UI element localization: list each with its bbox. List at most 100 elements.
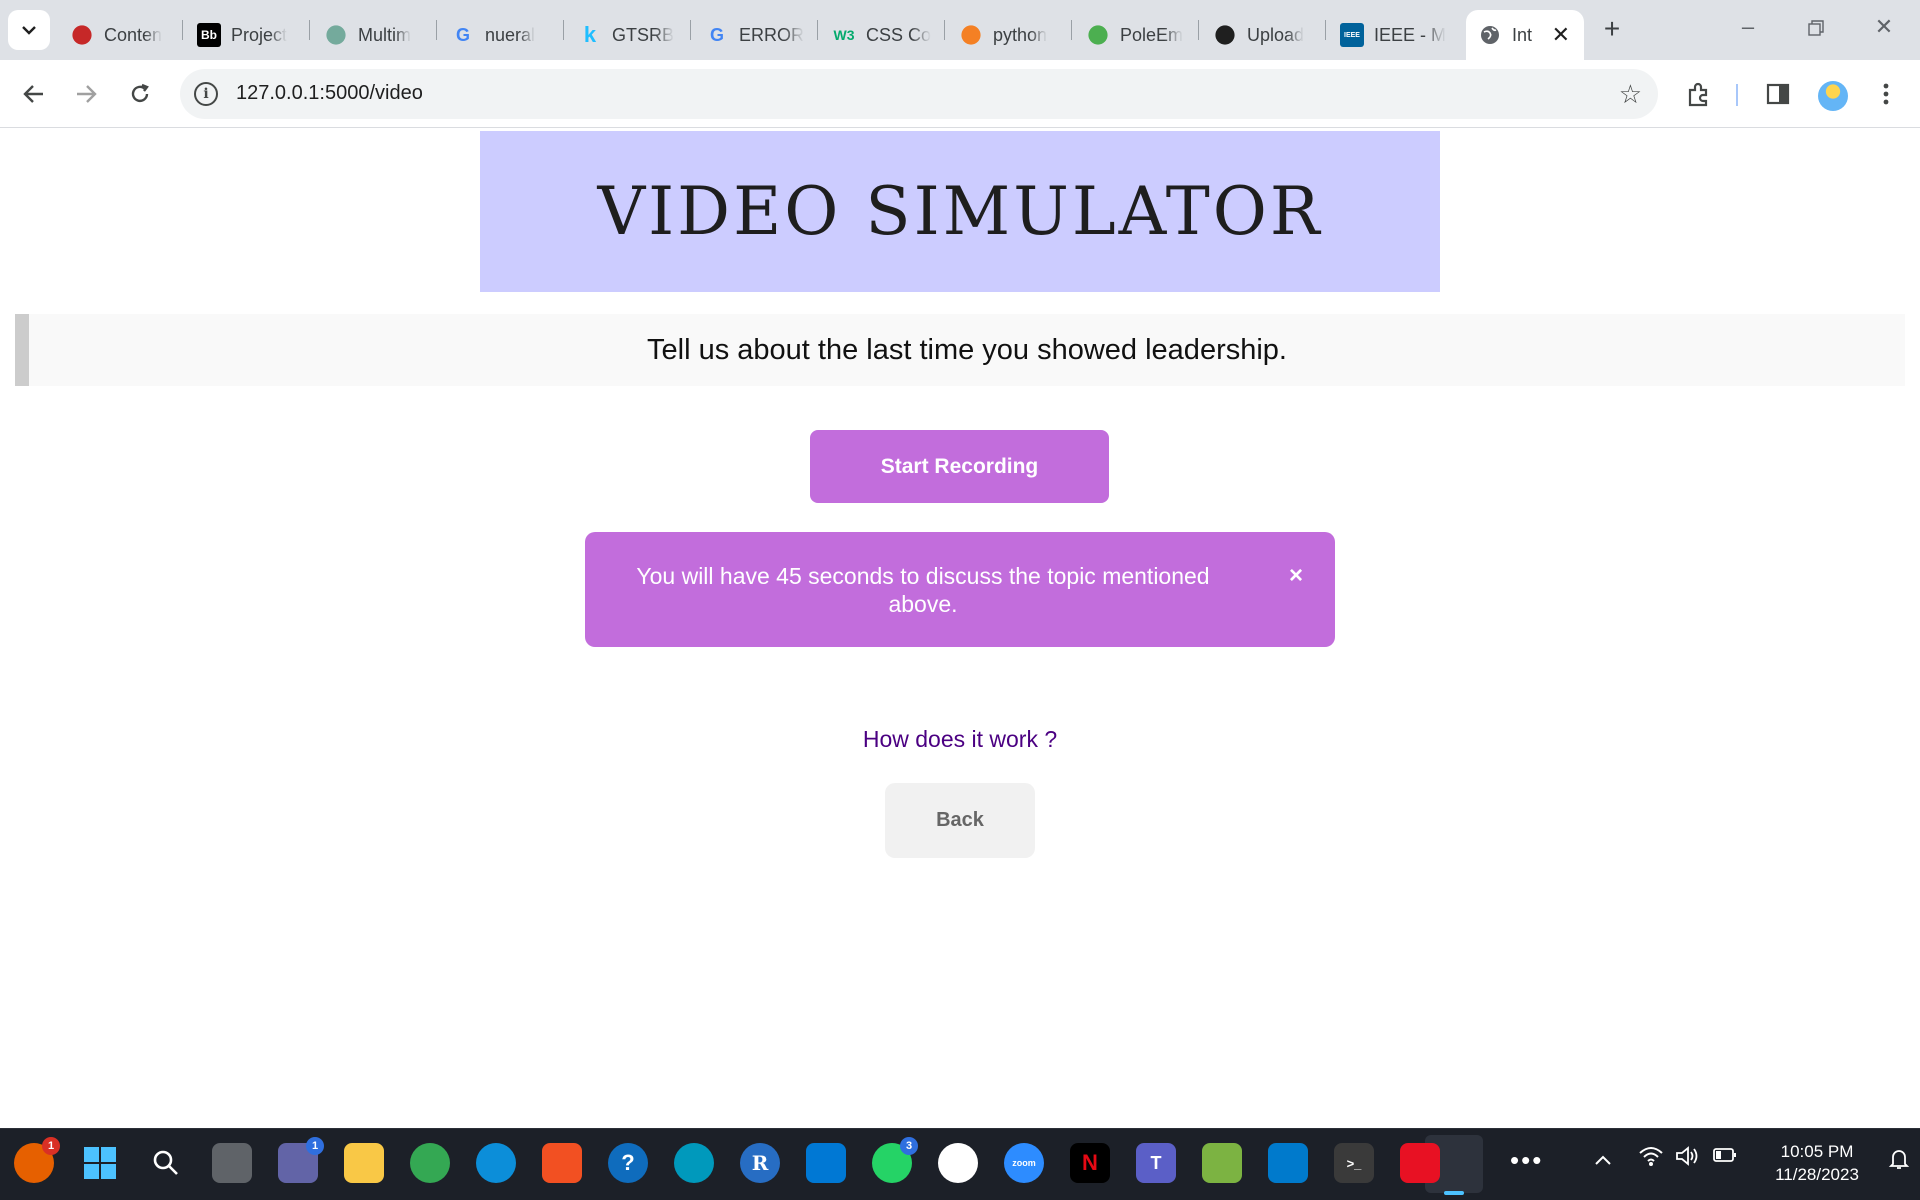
side-panel-icon[interactable] <box>1758 74 1798 114</box>
taskbar-app-glyph: >_ <box>1346 1155 1362 1171</box>
reload-icon[interactable] <box>120 74 160 114</box>
browser-tab-title: Upload <box>1247 24 1305 45</box>
tab-favicon-icon: k <box>583 22 597 47</box>
new-tab-button[interactable]: + <box>1596 14 1628 46</box>
browser-tab[interactable]: k GTSRB <box>566 10 691 60</box>
url-text[interactable]: 127.0.0.1:5000/video <box>236 82 423 105</box>
how-it-works-link[interactable]: How does it work ? <box>863 726 1057 752</box>
browser-tab-title: CSS Co <box>866 24 932 45</box>
zoom-icon[interactable]: zoom <box>1004 1143 1044 1183</box>
clock-date: 11/28/2023 <box>1775 1165 1859 1184</box>
system-clock[interactable]: 10:05 PM 11/28/2023 <box>1752 1140 1882 1186</box>
chatgpt-icon <box>326 25 346 45</box>
microsoft-store-icon[interactable] <box>542 1143 582 1183</box>
info-alert: You will have 45 seconds to discuss the … <box>585 532 1335 647</box>
get-help-icon[interactable]: ? <box>608 1143 648 1183</box>
taskbar-app-glyph: zoom <box>1012 1158 1036 1168</box>
taskbar-overflow-icon[interactable]: ••• <box>1510 1145 1543 1176</box>
globe-icon <box>1478 23 1502 47</box>
windows-start-icon[interactable] <box>80 1143 120 1183</box>
tab-separator <box>1198 20 1199 40</box>
teams-icon[interactable]: T <box>1136 1143 1176 1183</box>
browser-tab[interactable]: Bb Project <box>185 10 310 60</box>
tab-active-title: Int <box>1512 24 1533 45</box>
notepad-icon[interactable] <box>1202 1143 1242 1183</box>
extensions-puzzle-icon[interactable] <box>1679 74 1719 114</box>
page-title: VIDEO SIMULATOR <box>597 173 1323 250</box>
close-window-icon[interactable]: ✕ <box>1864 14 1904 46</box>
terminal-icon[interactable]: >_ <box>1334 1143 1374 1183</box>
alert-close-icon[interactable]: × <box>1289 562 1303 590</box>
show-hidden-icons-chevron-icon[interactable] <box>1594 1149 1612 1172</box>
browser-tab-title: GTSRB <box>612 24 675 45</box>
battery-icon[interactable] <box>1712 1146 1738 1170</box>
start-recording-button[interactable]: Start Recording <box>810 430 1109 503</box>
tab-separator <box>1325 20 1326 40</box>
address-bar[interactable]: i 127.0.0.1:5000/video ☆ <box>180 69 1658 119</box>
profile-avatar[interactable] <box>1818 81 1848 111</box>
browser-tab[interactable]: Upload <box>1201 10 1326 60</box>
tab-strip: Conten Bb Project Multim Gnueral k GTSRB G ERROR… <box>0 0 1920 60</box>
browser-tab[interactable]: PoleEm <box>1074 10 1199 60</box>
browser-tab[interactable]: python <box>947 10 1072 60</box>
tab-separator <box>817 20 818 40</box>
notification-badge: 1 <box>306 1137 324 1155</box>
minimize-icon[interactable]: – <box>1728 14 1768 46</box>
browser-tab[interactable]: W3 CSS Co <box>820 10 945 60</box>
back-button[interactable]: Back <box>885 783 1035 858</box>
toolbar-divider <box>1736 84 1738 106</box>
browser-tab[interactable]: G ERROR <box>693 10 818 60</box>
search-icon[interactable] <box>146 1143 186 1183</box>
tab-favicon-icon: Bb <box>197 23 221 47</box>
header-banner: VIDEO SIMULATOR <box>480 131 1440 292</box>
notification-bell-icon[interactable] <box>1888 1147 1910 1177</box>
taskbar-app-glyph: R <box>751 1151 769 1175</box>
tab-favicon-icon: G <box>455 24 470 45</box>
taskbar-app-glyph: N <box>1082 1150 1098 1175</box>
notification-badge: 1 <box>42 1137 60 1155</box>
browser-tab[interactable]: Gnueral <box>439 10 564 60</box>
wifi-icon[interactable] <box>1638 1145 1664 1173</box>
close-tab-icon[interactable]: ✕ <box>1552 22 1570 48</box>
browser-tab-title: python <box>993 24 1048 45</box>
taskbar-app-glyph: T <box>1150 1152 1162 1173</box>
mail-icon[interactable] <box>806 1143 846 1183</box>
mongodb-icon[interactable] <box>938 1143 978 1183</box>
browser-tab-title: Multim <box>358 24 411 45</box>
tab-search-button[interactable] <box>8 10 50 50</box>
cortana-icon[interactable] <box>674 1143 714 1183</box>
chrome-icon[interactable] <box>410 1143 450 1183</box>
browser-tab[interactable]: Conten <box>58 10 183 60</box>
edge-icon[interactable] <box>476 1143 516 1183</box>
task-view-icon[interactable] <box>212 1143 252 1183</box>
browser-tab-title: ERROR <box>739 24 805 45</box>
bookmark-star-icon[interactable]: ☆ <box>1619 79 1642 110</box>
browser-tab-title: nueral <box>485 24 536 45</box>
netflix-icon[interactable]: N <box>1070 1143 1110 1183</box>
chevron-down-icon <box>21 22 37 38</box>
tab-active[interactable]: Int ✕ <box>1466 10 1584 60</box>
snipping-tool-icon[interactable] <box>1400 1143 1440 1183</box>
browser-tab[interactable]: IEEE IEEE - M <box>1328 10 1453 60</box>
site-info-icon[interactable]: i <box>194 82 218 106</box>
back-arrow-icon[interactable] <box>14 74 54 114</box>
restore-icon[interactable] <box>1796 14 1836 46</box>
github-icon <box>1215 25 1235 45</box>
browser-tab-title: Conten <box>104 24 163 45</box>
taskbar-app-glyph: ? <box>621 1150 635 1175</box>
tab-separator <box>309 20 310 40</box>
r-icon[interactable]: R <box>740 1143 780 1183</box>
browser-toolbar: i 127.0.0.1:5000/video ☆ <box>0 60 1920 128</box>
question-text: Tell us about the last time you showed l… <box>647 333 1287 366</box>
forward-arrow-icon[interactable] <box>66 74 106 114</box>
firefox-icon[interactable]: 1 <box>14 1137 60 1183</box>
question-blockquote: Tell us about the last time you showed l… <box>15 314 1905 386</box>
menu-kebab-icon[interactable] <box>1866 74 1906 114</box>
tab-separator <box>944 20 945 40</box>
whatsapp-icon[interactable]: 3 <box>872 1137 918 1183</box>
vscode-icon[interactable] <box>1268 1143 1308 1183</box>
browser-tab[interactable]: Multim <box>312 10 437 60</box>
volume-icon[interactable] <box>1674 1145 1700 1173</box>
teams-chat-icon[interactable]: 1 <box>278 1137 324 1183</box>
file-explorer-icon[interactable] <box>344 1143 384 1183</box>
